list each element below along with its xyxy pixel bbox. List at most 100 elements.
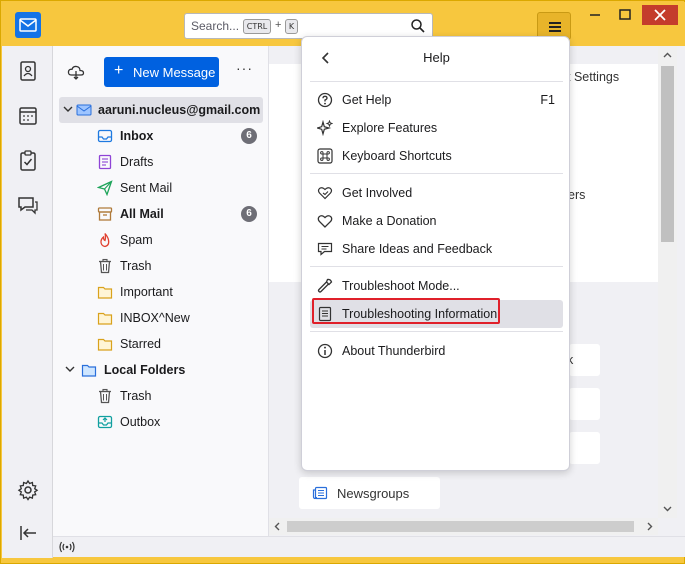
settings-gear-icon[interactable] bbox=[15, 477, 41, 503]
folder-spam[interactable]: Spam bbox=[53, 227, 269, 253]
local-folder-outbox[interactable]: Outbox bbox=[53, 409, 269, 435]
flame-icon bbox=[100, 233, 110, 248]
wrench-icon bbox=[317, 278, 333, 293]
help-menu-panel: Help Get Help F1 Explore Features Keyboa… bbox=[301, 36, 570, 471]
menu-item-troubleshoot-mode[interactable]: Troubleshoot Mode... bbox=[310, 272, 563, 300]
trash-icon bbox=[99, 388, 111, 404]
menu-separator bbox=[310, 173, 563, 174]
unread-badge: 6 bbox=[241, 128, 257, 144]
maximize-button[interactable] bbox=[612, 5, 638, 25]
folder-inbox-new[interactable]: INBOX^New bbox=[53, 305, 269, 331]
heart-hands-icon bbox=[317, 187, 333, 200]
folder-icon bbox=[97, 312, 113, 325]
spaces-toolbar bbox=[2, 12, 53, 558]
menu-separator bbox=[310, 81, 563, 82]
sent-icon bbox=[97, 180, 113, 196]
account-mail-icon bbox=[76, 104, 92, 116]
local-folder-trash[interactable]: Trash bbox=[53, 383, 269, 409]
menu-item-get-involved[interactable]: Get Involved bbox=[310, 179, 563, 207]
search-icon[interactable] bbox=[410, 18, 426, 34]
close-button[interactable] bbox=[642, 5, 678, 25]
folder-label: Inbox bbox=[120, 129, 154, 143]
chevron-down-icon[interactable] bbox=[65, 364, 75, 374]
menu-item-make-a-donation[interactable]: Make a Donation bbox=[310, 207, 563, 235]
newsgroups-icon bbox=[312, 486, 328, 500]
horizontal-scroll-thumb[interactable] bbox=[287, 521, 634, 532]
account-settings-link[interactable]: t Settings bbox=[567, 70, 619, 84]
menu-item-label: Keyboard Shortcuts bbox=[342, 149, 452, 163]
folder-sent-mail[interactable]: Sent Mail bbox=[53, 175, 269, 201]
inbox-icon bbox=[97, 129, 113, 143]
tasks-icon[interactable] bbox=[15, 148, 41, 174]
menu-item-keyboard-shortcuts[interactable]: Keyboard Shortcuts bbox=[310, 142, 563, 170]
folder-all-mail[interactable]: All Mail 6 bbox=[53, 201, 269, 227]
menu-item-label: Get Involved bbox=[342, 186, 413, 200]
calendar-icon[interactable] bbox=[15, 103, 41, 129]
local-folders-row[interactable]: Local Folders bbox=[53, 357, 269, 383]
help-menu-title: Help bbox=[423, 50, 450, 65]
status-bar bbox=[53, 536, 685, 557]
address-book-icon[interactable] bbox=[15, 58, 41, 84]
archive-icon bbox=[97, 207, 113, 221]
plus-icon: + bbox=[114, 62, 124, 79]
shortcut-k-key: K bbox=[285, 19, 298, 34]
scroll-right-icon[interactable] bbox=[645, 522, 654, 531]
folder-trash[interactable]: Trash bbox=[53, 253, 269, 279]
folder-drafts[interactable]: Drafts bbox=[53, 149, 269, 175]
vertical-scroll-thumb[interactable] bbox=[661, 66, 674, 242]
search-placeholder: Search... bbox=[191, 19, 240, 33]
setup-text-partial: ers bbox=[568, 188, 586, 202]
unread-badge: 6 bbox=[241, 206, 257, 222]
chevron-down-icon[interactable] bbox=[63, 104, 73, 114]
menu-item-about-thunderbird[interactable]: About Thunderbird bbox=[310, 337, 563, 365]
folder-icon bbox=[97, 286, 113, 299]
online-status-icon[interactable] bbox=[59, 541, 75, 553]
newsgroups-button[interactable]: Newsgroups bbox=[299, 477, 440, 509]
local-folders-name: Local Folders bbox=[104, 363, 186, 377]
folder-important[interactable]: Important bbox=[53, 279, 269, 305]
local-folders-icon bbox=[81, 364, 97, 377]
feedback-icon bbox=[317, 242, 333, 256]
horizontal-scrollbar[interactable] bbox=[269, 518, 658, 535]
chat-icon[interactable] bbox=[15, 192, 41, 218]
folder-starred[interactable]: Starred bbox=[53, 331, 269, 357]
minimize-button[interactable] bbox=[582, 5, 608, 25]
account-name: aaruni.nucleus@gmail.com bbox=[98, 103, 261, 117]
scroll-left-icon[interactable] bbox=[273, 522, 282, 531]
menu-item-label: Explore Features bbox=[342, 121, 438, 135]
highlight-annotation bbox=[312, 298, 500, 324]
folder-icon bbox=[97, 338, 113, 351]
new-message-button[interactable]: + New Message bbox=[104, 57, 219, 87]
vertical-scrollbar[interactable] bbox=[658, 46, 677, 518]
menu-item-share-ideas[interactable]: Share Ideas and Feedback bbox=[310, 235, 563, 263]
shortcut-ctrl-key: CTRL bbox=[243, 19, 271, 34]
mail-space-icon[interactable] bbox=[15, 12, 41, 38]
folder-label: Trash bbox=[120, 259, 152, 273]
folder-label: Important bbox=[120, 285, 173, 299]
menu-item-label: Make a Donation bbox=[342, 214, 437, 228]
command-icon bbox=[317, 148, 333, 164]
collapse-spaces-icon[interactable] bbox=[15, 520, 41, 546]
menu-item-get-help[interactable]: Get Help F1 bbox=[310, 86, 563, 114]
menu-separator bbox=[310, 331, 563, 332]
setup-button[interactable] bbox=[569, 432, 600, 464]
folder-label: Outbox bbox=[120, 415, 161, 429]
get-messages-cloud-icon[interactable] bbox=[67, 64, 85, 80]
account-row[interactable]: aaruni.nucleus@gmail.com bbox=[59, 97, 263, 123]
menu-item-label: Get Help bbox=[342, 93, 392, 107]
new-message-label: New Message bbox=[133, 65, 216, 80]
menu-item-explore-features[interactable]: Explore Features bbox=[310, 114, 563, 142]
menu-item-shortcut: F1 bbox=[540, 93, 555, 107]
scroll-up-icon[interactable] bbox=[663, 51, 672, 60]
shortcut-plus: + bbox=[275, 19, 282, 31]
setup-button[interactable] bbox=[569, 388, 600, 420]
menu-item-label: Share Ideas and Feedback bbox=[342, 242, 493, 256]
folder-inbox[interactable]: Inbox 6 bbox=[53, 123, 269, 149]
newsgroups-label: Newsgroups bbox=[337, 486, 410, 501]
hamburger-icon bbox=[549, 22, 561, 24]
trash-icon bbox=[99, 258, 111, 274]
scroll-down-icon[interactable] bbox=[663, 504, 672, 513]
menu-separator bbox=[310, 266, 563, 267]
folder-pane-more-button[interactable]: ··· bbox=[236, 60, 253, 76]
setup-button[interactable] bbox=[569, 344, 600, 376]
